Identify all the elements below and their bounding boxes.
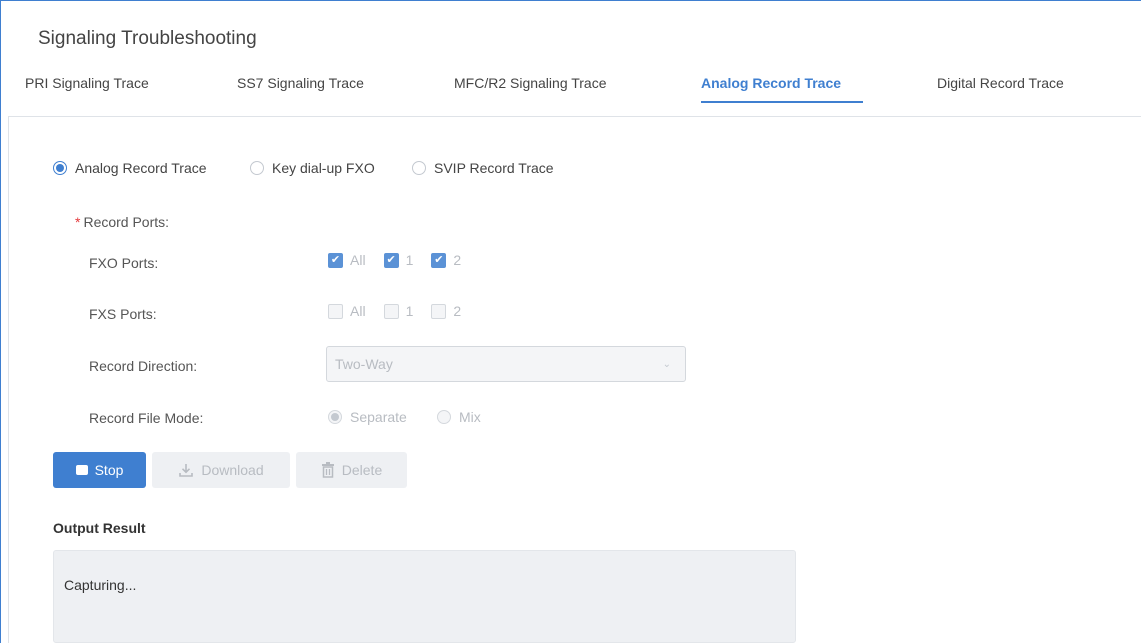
page-title: Signaling Troubleshooting — [38, 28, 257, 49]
file-mode-option-separate[interactable]: Separate — [328, 407, 407, 427]
trace-mode-label: Analog Record Trace — [75, 160, 207, 176]
tab-digital-record-trace[interactable]: Digital Record Trace — [937, 75, 1064, 91]
stop-label: Stop — [94, 462, 124, 478]
record-direction-value: Two-Way — [335, 356, 393, 372]
download-button[interactable]: Download — [152, 452, 290, 488]
trace-mode-label: SVIP Record Trace — [434, 160, 554, 176]
trace-mode-label: Key dial-up FXO — [272, 160, 375, 176]
chevron-down-icon: ⌄ — [662, 359, 671, 370]
file-mode-option-mix[interactable]: Mix — [437, 407, 481, 427]
required-mark: * — [75, 214, 81, 230]
stop-icon — [75, 465, 88, 475]
radio-unchecked-icon[interactable] — [412, 161, 426, 175]
active-tab-indicator — [701, 101, 863, 103]
record-direction-select[interactable]: Two-Way ⌄ — [326, 346, 686, 382]
fxo-ports-group: ✔ All ✔ 1 ✔ 2 — [328, 252, 479, 268]
radio-checked-icon[interactable] — [328, 410, 342, 424]
delete-button[interactable]: Delete — [296, 452, 407, 488]
tab-analog-record-trace[interactable]: Analog Record Trace — [701, 75, 841, 91]
fxo-1-label: 1 — [405, 252, 414, 268]
download-label: Download — [201, 462, 264, 478]
tab-ss7-signaling-trace[interactable]: SS7 Signaling Trace — [237, 75, 364, 91]
fxs-ports-group: All 1 2 — [328, 303, 479, 319]
delete-label: Delete — [341, 462, 383, 478]
fxo-1-checkbox[interactable]: ✔ — [383, 252, 399, 268]
record-direction-label: Record Direction: — [89, 358, 198, 374]
tab-bar: PRI Signaling Trace SS7 Signaling Trace … — [0, 75, 1140, 105]
fxs-1-checkbox[interactable] — [383, 303, 399, 319]
fxs-all-checkbox[interactable] — [328, 303, 343, 319]
output-result-label: Output Result — [53, 520, 146, 536]
radio-checked-icon[interactable] — [53, 161, 67, 175]
tab-pri-signaling-trace[interactable]: PRI Signaling Trace — [25, 75, 149, 91]
trash-icon — [321, 462, 334, 478]
fxs-1-label: 1 — [405, 303, 414, 319]
download-icon — [179, 464, 194, 477]
file-mode-label: Mix — [459, 409, 481, 425]
fxo-all-checkbox[interactable]: ✔ — [328, 252, 343, 268]
fxo-all-label: All — [350, 252, 366, 268]
fxs-2-checkbox[interactable] — [431, 303, 447, 319]
radio-unchecked-icon[interactable] — [437, 410, 451, 424]
tab-mfc-r2-signaling-trace[interactable]: MFC/R2 Signaling Trace — [454, 75, 607, 91]
record-file-mode-label: Record File Mode: — [89, 410, 204, 426]
output-result-text: Capturing... — [64, 577, 137, 593]
fxo-2-label: 2 — [453, 252, 462, 268]
output-result-box: Capturing... — [53, 550, 796, 643]
fxs-all-label: All — [350, 303, 366, 319]
record-ports-label: * Record Ports: — [75, 214, 170, 230]
fxo-ports-label: FXO Ports: — [89, 255, 159, 271]
radio-unchecked-icon[interactable] — [250, 161, 264, 175]
fxs-2-label: 2 — [453, 303, 462, 319]
stop-button[interactable]: Stop — [53, 452, 146, 488]
trace-mode-option-analog[interactable]: Analog Record Trace — [53, 158, 207, 178]
trace-mode-option-key-dialup-fxo[interactable]: Key dial-up FXO — [250, 158, 375, 178]
fxo-2-checkbox[interactable]: ✔ — [431, 252, 447, 268]
trace-mode-option-svip-record-trace[interactable]: SVIP Record Trace — [412, 158, 554, 178]
file-mode-label: Separate — [350, 409, 407, 425]
fxs-ports-label: FXS Ports: — [89, 306, 157, 322]
